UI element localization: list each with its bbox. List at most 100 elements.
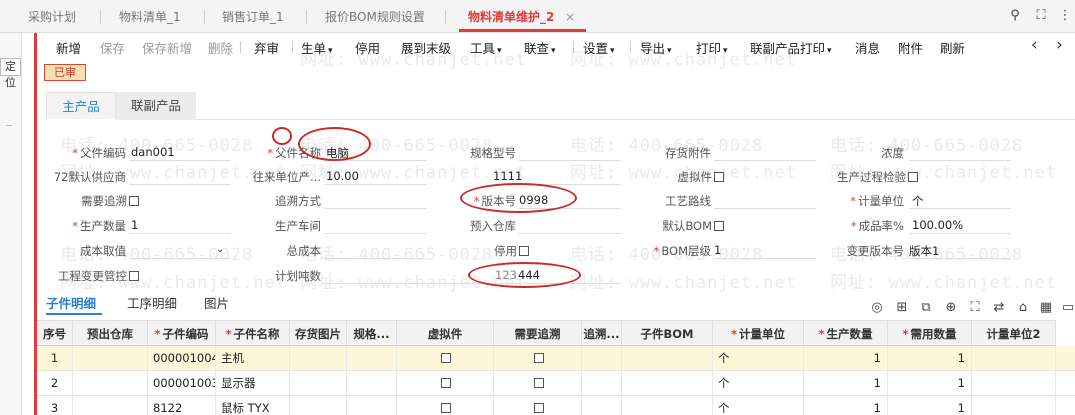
change-version-value[interactable]: 版本1 [909,243,939,259]
row-checkbox[interactable] [441,378,451,388]
component-name-cell[interactable]: 显示器 [216,371,290,396]
spec-value[interactable]: 1111 [493,169,522,183]
expand-to-leaf-button[interactable]: 展到末级 [401,38,451,57]
component-code-cell[interactable]: 000001004 [148,346,216,371]
unit2-cell[interactable] [972,371,1056,396]
need-qty-cell[interactable]: 1 [888,346,972,371]
column-header[interactable]: * 计量单位 [713,320,804,346]
tab-main-product[interactable]: 主产品 [46,92,116,120]
trace-cell[interactable] [582,371,622,396]
column-header[interactable]: 存货图片 [290,320,347,346]
tab-quote-bom-rules[interactable]: 报价BOM规则设置 [325,0,425,33]
need-trace-cell[interactable] [494,396,582,415]
prod-qty-cell[interactable]: 1 [804,396,888,415]
column-header[interactable]: 追溯... [582,320,622,346]
default-bom-checkbox[interactable] [714,221,724,231]
row-checkbox[interactable] [533,403,544,413]
unit-cell[interactable]: 个 [713,346,804,371]
parent-code-value[interactable]: dan001 [131,145,175,159]
locate-button[interactable]: 定位 [0,58,21,89]
prod-qty-value[interactable]: 1 [131,218,138,232]
row-number-cell[interactable]: 3 [37,396,73,415]
column-header[interactable]: 需要追溯 [494,320,582,346]
process-check-checkbox[interactable] [908,172,918,182]
insert-row-icon[interactable]: ⊞ [894,300,910,316]
component-bom-cell[interactable] [622,371,713,396]
row-checkbox[interactable] [441,353,451,363]
column-header[interactable]: * 需用数量 [888,320,972,346]
need-trace-cell[interactable] [494,346,582,371]
settings-menu[interactable]: 设置 ▾ [583,38,615,57]
tools-menu[interactable]: 工具 ▾ [470,38,502,57]
generate-menu[interactable]: 生单 ▾ [301,38,333,57]
spec-cell[interactable] [347,396,397,415]
disable-button[interactable]: 停用 [355,38,380,57]
row-number-cell[interactable]: 2 [37,371,73,396]
out-warehouse-cell[interactable] [73,371,148,396]
query-menu[interactable]: 联查 ▾ [524,38,556,57]
save-new-button[interactable]: 保存新增 [142,38,192,57]
new-button[interactable]: 新增 [56,38,81,57]
attachment-button[interactable]: 附件 [898,38,923,57]
table-row[interactable]: 3 8122 鼠标 TYX 个 1 1 [37,396,1075,415]
trade-unit-value[interactable]: 10.00 [326,169,359,183]
row-checkbox[interactable] [533,378,544,388]
copy-row-icon[interactable]: ⧉ [918,300,934,316]
virtual-part-cell[interactable] [397,346,494,371]
trace-cell[interactable] [582,396,622,415]
tab-bom-1[interactable]: 物料清单_1 [119,0,181,33]
component-code-cell[interactable]: 000001003 [148,371,216,396]
out-warehouse-cell[interactable] [73,346,148,371]
column-header[interactable]: 子件BOM [622,320,713,346]
more-icon[interactable]: ⋮ [1055,6,1075,26]
component-name-cell[interactable]: 鼠标 TYX [216,396,290,415]
out-warehouse-cell[interactable] [73,396,148,415]
unit-value[interactable]: 个 [912,193,924,209]
refresh-button[interactable]: 刷新 [940,38,965,57]
fullscreen-icon[interactable]: ⛶ [1031,6,1051,26]
spec-cell[interactable] [347,371,397,396]
save-button[interactable]: 保存 [100,38,125,57]
column-header[interactable]: * 子件名称 [216,320,290,346]
trace-cell[interactable] [582,346,622,371]
component-code-cell[interactable]: 8122 [148,396,216,415]
prod-qty-cell[interactable]: 1 [804,346,888,371]
stopped-checkbox[interactable] [519,246,529,256]
locate-icon[interactable]: ◎ [869,300,885,316]
tab-component-details[interactable]: 子件明细 [46,293,96,312]
print-menu[interactable]: 打印 ▾ [696,38,728,57]
component-name-cell[interactable]: 主机 [216,346,290,371]
tab-process-details[interactable]: 工序明细 [127,293,177,312]
column-header[interactable]: * 生产数量 [804,320,888,346]
spec-cell[interactable] [347,346,397,371]
column-header[interactable]: * 子件编码 [148,320,216,346]
bom-level-value[interactable]: 1 [714,243,721,257]
column-header[interactable]: 序号 [37,320,73,346]
column-header[interactable]: 预出仓库 [73,320,148,346]
table-row[interactable]: 1 000001004 主机个 1 1 [37,346,1075,371]
row-checkbox[interactable] [441,403,451,413]
add-row-icon[interactable]: ⊕ [943,300,959,316]
tab-sales-order-1[interactable]: 销售订单_1 [222,0,284,33]
virtual-part-cell[interactable] [397,396,494,415]
chevron-down-icon[interactable]: ⌄ [216,244,224,255]
inv-picture-cell[interactable] [290,346,347,371]
eng-change-checkbox[interactable] [129,271,139,281]
unit2-cell[interactable] [972,396,1056,415]
column-header[interactable]: 规格... [347,320,397,346]
inv-picture-cell[interactable] [290,396,347,415]
need-trace-cell[interactable] [494,371,582,396]
unit-cell[interactable]: 个 [713,371,804,396]
inv-picture-cell[interactable] [290,371,347,396]
message-button[interactable]: 消息 [855,38,880,57]
prev-arrow-icon[interactable]: ‹ [1031,35,1038,55]
need-trace-checkbox[interactable] [129,196,139,206]
abandon-audit-button[interactable]: 弃审 [254,38,279,57]
tab-linked-product[interactable]: 联副产品 [116,92,196,120]
virtual-part-cell[interactable] [397,371,494,396]
column-header[interactable]: 计量单位2 [972,320,1056,346]
unit2-cell[interactable] [972,346,1056,371]
unit-cell[interactable]: 个 [713,396,804,415]
export-menu[interactable]: 导出 ▾ [640,38,672,57]
table-row[interactable]: 2 000001003 显示器个 1 1 [37,371,1075,396]
